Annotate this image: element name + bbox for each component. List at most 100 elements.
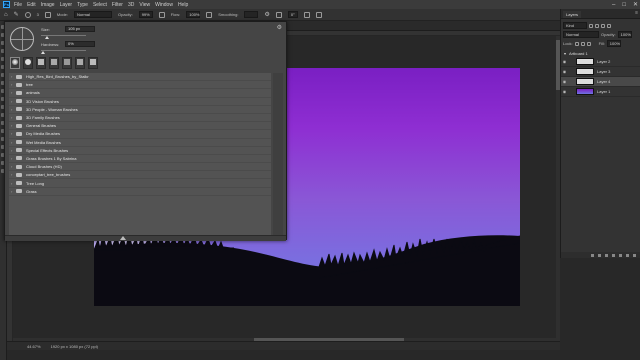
- smoothing-label: Smoothing:: [218, 12, 239, 17]
- size-slider-knob[interactable]: [45, 36, 49, 39]
- home-icon[interactable]: ⌂: [4, 12, 8, 18]
- angle-icon[interactable]: [275, 11, 282, 18]
- layer-opacity-field[interactable]: 100%: [617, 31, 632, 38]
- smoothing-gear-icon[interactable]: ⚙: [264, 11, 269, 18]
- brush-tip-grass-1[interactable]: [36, 57, 46, 69]
- brush-preset-picker[interactable]: [24, 11, 31, 18]
- lock-pixels-icon[interactable]: [574, 41, 579, 46]
- flow-label: Flow:: [170, 12, 181, 17]
- brush-panel-resize-handle[interactable]: [5, 235, 286, 241]
- brush-tip-grass-2[interactable]: [49, 57, 59, 69]
- mask-icon[interactable]: [605, 253, 608, 257]
- brush-panel-gear-icon[interactable]: ⚙: [277, 24, 282, 31]
- adjustment-filter-icon[interactable]: [595, 23, 599, 28]
- brush-list-scrollbar[interactable]: [273, 73, 283, 237]
- opacity-label: Opacity:: [118, 12, 133, 17]
- chevron-down-icon[interactable]: ▾: [564, 51, 566, 56]
- opacity-field[interactable]: 99%: [138, 11, 153, 18]
- photoshop-logo-icon: Ps: [3, 1, 10, 8]
- brush-settings-icon[interactable]: [44, 11, 51, 18]
- visibility-eye-icon[interactable]: ◉: [561, 79, 568, 84]
- brush-folder[interactable]: › General Brushes: [9, 122, 271, 131]
- menu-3d[interactable]: 3D: [128, 2, 134, 8]
- zoom-level[interactable]: 44.67%: [27, 344, 41, 349]
- brush-folder[interactable]: › tree: [9, 81, 271, 90]
- pressure-size-icon[interactable]: [303, 11, 310, 18]
- lock-all-icon[interactable]: [586, 41, 591, 46]
- pixel-filter-icon[interactable]: [589, 23, 593, 28]
- menu-layer[interactable]: Layer: [60, 2, 73, 8]
- link-layers-icon[interactable]: [591, 253, 594, 257]
- brush-folder[interactable]: › Wet Media Brushes: [9, 139, 271, 147]
- brush-folder[interactable]: › conceptart_tree_brushes: [9, 171, 271, 180]
- fill-field[interactable]: 100%: [606, 40, 621, 47]
- layer-row[interactable]: ◉ Layer 1: [561, 87, 640, 97]
- folder-icon: [16, 107, 22, 112]
- menu-edit[interactable]: Edit: [27, 2, 36, 8]
- panel-menu-icon[interactable]: ≡: [635, 10, 638, 16]
- airbrush-icon[interactable]: [206, 11, 213, 18]
- brush-folder[interactable]: › 3D Family Brushes: [9, 114, 271, 123]
- brush-folder[interactable]: › Special Effects Brushes: [9, 147, 271, 155]
- brush-folder[interactable]: › Grass: [9, 188, 271, 196]
- hardness-slider-knob[interactable]: [41, 51, 45, 54]
- menu-view[interactable]: View: [139, 2, 150, 8]
- hardness-slider[interactable]: [41, 50, 86, 51]
- layer-name: Layer 4: [597, 79, 611, 84]
- brush-folder[interactable]: › animals: [9, 89, 271, 98]
- symmetry-icon[interactable]: [315, 11, 322, 18]
- brush-folder[interactable]: › Cloud Brushes (HD): [9, 163, 271, 172]
- menu-window[interactable]: Window: [155, 2, 173, 8]
- trash-icon[interactable]: [633, 253, 636, 257]
- menu-image[interactable]: Image: [41, 2, 55, 8]
- type-filter-icon[interactable]: [601, 23, 605, 28]
- visibility-eye-icon[interactable]: ◉: [561, 59, 568, 64]
- minimize-icon[interactable]: –: [612, 2, 615, 8]
- artboard-group[interactable]: ▾ Artboard 1: [561, 49, 640, 57]
- new-layer-icon[interactable]: [626, 253, 629, 257]
- brush-folder[interactable]: › High_Res_Bird_Brushes_by_Stalkr: [9, 73, 271, 82]
- blend-mode-select[interactable]: Normal: [563, 31, 599, 38]
- size-field[interactable]: 105 px: [65, 26, 95, 32]
- menu-filter[interactable]: Filter: [112, 2, 123, 8]
- pressure-opacity-icon[interactable]: [158, 11, 165, 18]
- smoothing-field[interactable]: [244, 11, 259, 18]
- flow-field[interactable]: 100%: [186, 11, 201, 18]
- lock-position-icon[interactable]: [580, 41, 585, 46]
- brush-tip-grass-3[interactable]: [62, 57, 72, 69]
- brush-folder[interactable]: › Tree Long: [9, 179, 271, 188]
- menu-file[interactable]: File: [14, 2, 22, 8]
- layer-row-selected[interactable]: ◉ Layer 4: [561, 77, 640, 87]
- brush-folder[interactable]: › 3D People - Woman Brushes: [9, 106, 271, 114]
- visibility-eye-icon[interactable]: ◉: [561, 69, 568, 74]
- fx-icon[interactable]: [598, 253, 601, 257]
- angle-field[interactable]: 0°: [287, 11, 298, 18]
- kind-filter-select[interactable]: Kind: [563, 22, 587, 29]
- brush-tip-grass-5[interactable]: [88, 57, 98, 69]
- brush-angle-dial[interactable]: [10, 27, 34, 51]
- visibility-eye-icon[interactable]: ◉: [561, 89, 568, 94]
- tab-layers[interactable]: Layers: [563, 11, 582, 18]
- brush-tip-grass-4[interactable]: [75, 57, 85, 69]
- mode-select[interactable]: Normal: [74, 11, 113, 18]
- folder-icon: [16, 131, 22, 136]
- brush-tool-icon[interactable]: ✎: [14, 11, 19, 18]
- menu-type[interactable]: Type: [77, 2, 88, 8]
- adjustment-icon[interactable]: [612, 253, 615, 257]
- layer-row[interactable]: ◉ Layer 3: [561, 67, 640, 77]
- maximize-icon[interactable]: □: [622, 2, 626, 8]
- layer-row[interactable]: ◉ Layer 2: [561, 57, 640, 67]
- layer-thumbnail: [576, 78, 594, 85]
- brush-tip-soft-round[interactable]: [10, 57, 20, 69]
- shape-filter-icon[interactable]: [607, 23, 611, 28]
- group-icon[interactable]: [619, 253, 622, 257]
- resize-triangle-icon[interactable]: [120, 236, 126, 240]
- close-icon[interactable]: ✕: [633, 1, 638, 8]
- brush-folder[interactable]: › Grass Brushes 1 By Sabrina: [9, 155, 271, 164]
- menu-select[interactable]: Select: [93, 2, 107, 8]
- hardness-field[interactable]: 0%: [65, 41, 95, 47]
- brush-tip-hard-round[interactable]: [23, 57, 33, 69]
- brush-folder[interactable]: › 3D Vision Brushes: [9, 98, 271, 106]
- brush-folder[interactable]: › Dry Media Brushes: [9, 130, 271, 139]
- menu-help[interactable]: Help: [178, 2, 188, 8]
